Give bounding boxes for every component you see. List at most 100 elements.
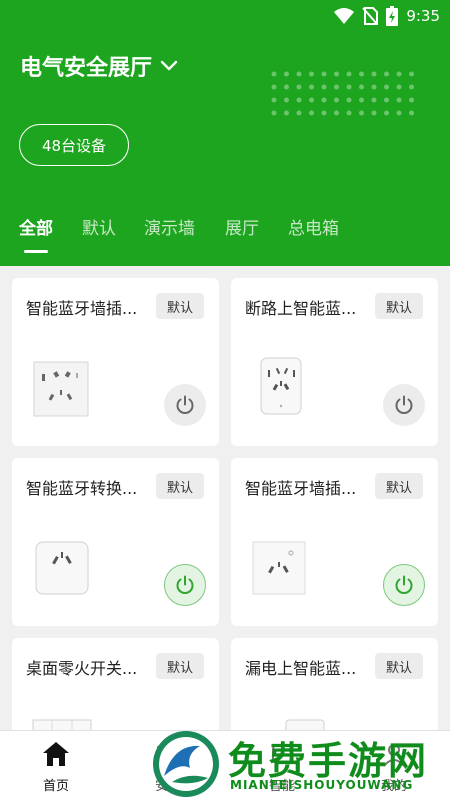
decorative-dot — [409, 97, 414, 103]
device-count-button[interactable]: 48台设备 — [19, 124, 129, 166]
decorative-dots — [271, 71, 414, 116]
power-icon — [395, 395, 413, 414]
converter-socket-image — [35, 541, 89, 595]
decorative-dot — [334, 110, 339, 116]
tab-main-box[interactable]: 总电箱 — [288, 214, 339, 239]
device-card[interactable]: 智能蓝牙墙插... 默认 — [12, 278, 219, 446]
watermark-title: 免费手游网 — [228, 739, 429, 783]
decorative-dot — [409, 71, 414, 77]
chevron-down-icon — [160, 60, 178, 71]
decorative-dot — [346, 84, 352, 90]
decorative-dot — [309, 97, 314, 103]
power-icon — [395, 575, 413, 594]
wifi-icon — [334, 8, 355, 24]
no-sim-icon — [362, 7, 379, 25]
page-title: 电气安全展厅 — [20, 56, 153, 81]
device-tag: 默认 — [156, 473, 204, 499]
decorative-dot — [334, 71, 339, 77]
decorative-dot — [284, 71, 289, 77]
watermark-logo — [153, 731, 219, 797]
home-icon — [43, 742, 69, 766]
decorative-dot — [384, 71, 389, 77]
decorative-dot — [296, 84, 302, 90]
decorative-dot — [334, 84, 339, 90]
decorative-dot — [321, 71, 327, 77]
device-name: 漏电上智能蓝... — [245, 659, 357, 678]
power-icon — [176, 575, 194, 594]
tab-demo-wall[interactable]: 演示墙 — [144, 214, 195, 239]
decorative-dot — [284, 97, 289, 103]
decorative-dot — [321, 97, 327, 103]
device-tag: 默认 — [375, 293, 423, 319]
watermark: 免费手游网 MIANFEISHOUYOUWANG — [150, 726, 450, 800]
device-name: 智能蓝牙墙插... — [26, 299, 138, 318]
decorative-dot — [346, 110, 352, 116]
wall-socket-image — [252, 541, 306, 595]
device-tag: 默认 — [156, 653, 204, 679]
decorative-dot — [359, 84, 364, 90]
device-name: 智能蓝牙墙插... — [245, 479, 357, 498]
tab-bar: 全部 默认 演示墙 展厅 总电箱 — [0, 214, 450, 254]
decorative-dot — [296, 97, 302, 103]
header-banner: 9:35 电气安全展厅 48台设备 全部 默认 演示墙 展厅 总电箱 — [0, 0, 450, 266]
tab-default[interactable]: 默认 — [82, 214, 116, 239]
decorative-dot — [284, 110, 289, 116]
decorative-dot — [396, 110, 402, 116]
decorative-dot — [321, 110, 327, 116]
device-card[interactable]: 断路上智能蓝... 默认 — [231, 278, 438, 446]
device-tag: 默认 — [375, 653, 423, 679]
device-name: 断路上智能蓝... — [245, 299, 357, 318]
device-tag: 默认 — [375, 473, 423, 499]
decorative-dot — [371, 71, 377, 77]
power-button[interactable] — [164, 564, 206, 606]
decorative-dot — [309, 110, 314, 116]
decorative-dot — [271, 84, 277, 90]
plug-adapter-image — [260, 357, 302, 415]
status-time: 9:35 — [406, 7, 440, 25]
power-button[interactable] — [383, 564, 425, 606]
active-tab-indicator — [24, 250, 48, 253]
power-button[interactable] — [164, 384, 206, 426]
watermark-subtitle: MIANFEISHOUYOUWANG — [230, 778, 414, 792]
decorative-dot — [409, 110, 414, 116]
decorative-dot — [396, 84, 402, 90]
tab-showroom[interactable]: 展厅 — [225, 214, 259, 239]
power-button[interactable] — [383, 384, 425, 426]
decorative-dot — [296, 110, 302, 116]
decorative-dot — [309, 84, 314, 90]
decorative-dot — [384, 97, 389, 103]
decorative-dot — [284, 84, 289, 90]
device-card[interactable]: 智能蓝牙转换... 默认 — [12, 458, 219, 626]
device-card[interactable]: 漏电上智能蓝... 默认 — [231, 638, 438, 738]
device-card[interactable]: 智能蓝牙墙插... 默认 — [231, 458, 438, 626]
device-card[interactable]: 桌面零火开关... 默认 — [12, 638, 219, 738]
decorative-dot — [296, 71, 302, 77]
decorative-dot — [359, 110, 364, 116]
decorative-dot — [321, 84, 327, 90]
decorative-dot — [371, 97, 377, 103]
decorative-dot — [271, 110, 277, 116]
decorative-dot — [384, 84, 389, 90]
device-name: 桌面零火开关... — [26, 659, 138, 678]
device-tag: 默认 — [156, 293, 204, 319]
decorative-dot — [346, 97, 352, 103]
nav-home[interactable]: 首页 — [26, 741, 86, 794]
decorative-dot — [359, 97, 364, 103]
decorative-dot — [309, 71, 314, 77]
decorative-dot — [384, 110, 389, 116]
battery-icon — [386, 6, 399, 26]
nav-home-label: 首页 — [42, 779, 69, 794]
device-name: 智能蓝牙转换... — [26, 479, 138, 498]
decorative-dot — [359, 71, 364, 77]
decorative-dot — [334, 97, 339, 103]
power-icon — [176, 395, 194, 414]
hall-selector[interactable]: 电气安全展厅 — [20, 50, 178, 82]
decorative-dot — [409, 84, 414, 90]
status-bar: 9:35 — [0, 0, 450, 32]
decorative-dot — [396, 71, 402, 77]
tab-all[interactable]: 全部 — [19, 214, 53, 239]
decorative-dot — [396, 97, 402, 103]
decorative-dot — [346, 71, 352, 77]
wall-socket-image — [33, 361, 89, 417]
decorative-dot — [271, 71, 277, 77]
